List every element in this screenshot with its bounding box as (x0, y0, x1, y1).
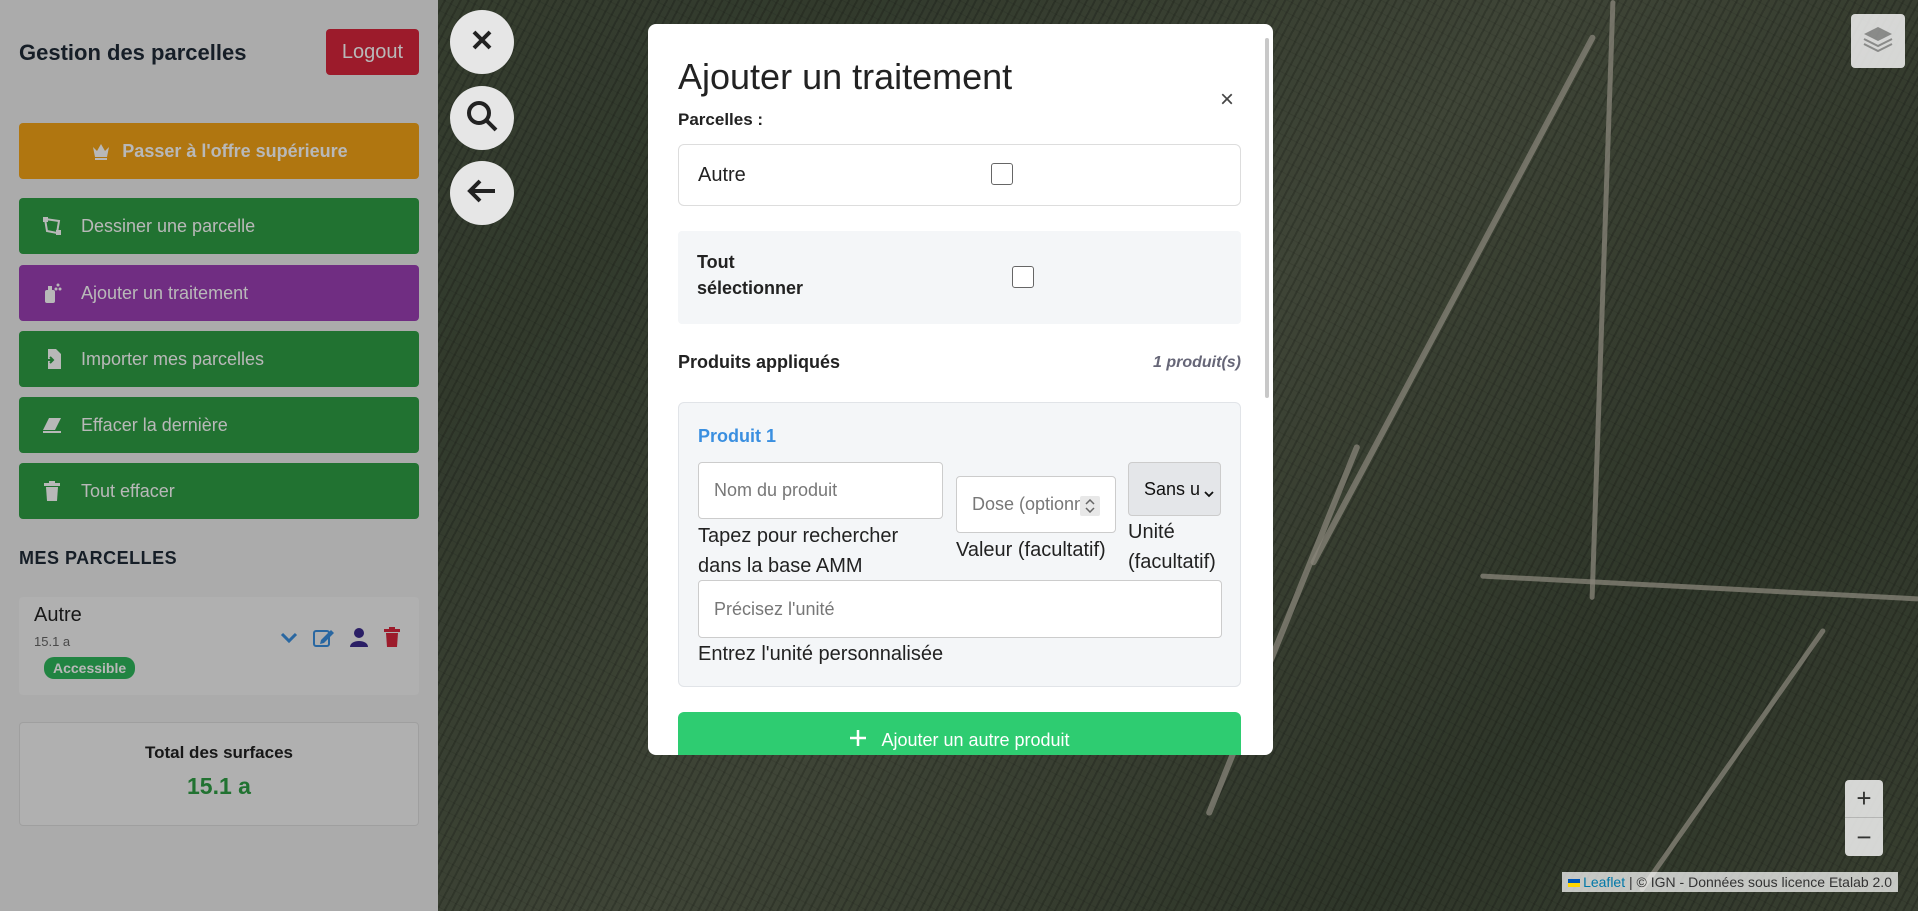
edit-icon[interactable] (313, 627, 335, 652)
user-icon[interactable] (349, 627, 369, 652)
erase-last-label: Effacer la dernière (81, 414, 228, 435)
product-name-input[interactable]: Nom du produit (698, 462, 943, 519)
draw-parcel-label: Dessiner une parcelle (81, 215, 256, 236)
import-parcels-button[interactable]: Importer mes parcelles (19, 331, 419, 387)
add-product-label: Ajouter un autre produit (881, 729, 1070, 750)
dose-hint: Valeur (facultatif) (956, 539, 1106, 561)
status-badge: Accessible (44, 657, 136, 679)
sidebar: Gestion des parcelles Logout Passer à l'… (0, 0, 438, 911)
custom-unit-hint: Entrez l'unité personnalisée (698, 643, 944, 665)
plus-icon (849, 729, 867, 752)
stepper-icon[interactable] (1080, 496, 1100, 516)
parcel-name: Autre (34, 604, 82, 626)
erase-last-button[interactable]: Effacer la dernière (19, 397, 419, 453)
section-title: MES PARCELLES (19, 548, 178, 568)
parcel-card[interactable]: Autre 15.1 a Accessible (19, 597, 419, 695)
dose-placeholder: Dose (optionn (972, 494, 1085, 514)
clear-all-label: Tout effacer (81, 480, 175, 501)
dose-input[interactable]: Dose (optionn (956, 476, 1116, 533)
arrow-left-icon (467, 178, 497, 209)
zoom-out-button[interactable]: − (1845, 818, 1883, 856)
spray-icon (41, 282, 63, 304)
products-label: Produits appliqués (678, 352, 841, 372)
select-all-row[interactable]: Tout sélectionner (678, 231, 1241, 324)
unit-select-value: Sans u (1144, 478, 1201, 499)
zoom-in-button[interactable]: + (1845, 780, 1883, 818)
chevron-down-icon[interactable] (279, 627, 299, 652)
search-icon (465, 99, 499, 138)
attribution-text: | © IGN - Données sous licence Etalab 2.… (1629, 874, 1892, 890)
file-import-icon (41, 348, 63, 370)
leaflet-link[interactable]: Leaflet (1583, 874, 1625, 890)
product-name-hint: Tapez pour rechercher dans la base AMM (698, 525, 899, 577)
parcel-option-label: Autre (698, 164, 746, 186)
map-attribution: Leaflet | © IGN - Données sous licence E… (1562, 872, 1898, 892)
upgrade-label: Passer à l'offre supérieure (122, 140, 348, 161)
clear-all-button[interactable]: Tout effacer (19, 463, 419, 519)
zoom-control: + − (1845, 780, 1883, 856)
close-icon (470, 28, 494, 57)
close-map-button[interactable] (450, 10, 514, 74)
total-surface-value: 15.1 a (187, 773, 251, 799)
custom-unit-input[interactable]: Précisez l'unité (698, 580, 1222, 638)
sidebar-title: Gestion des parcelles (19, 40, 247, 65)
total-surface-card: Total des surfaces 15.1 a (19, 722, 419, 826)
eraser-icon (41, 414, 63, 436)
chevron-down-icon (1204, 483, 1214, 504)
select-all-label: Tout sélectionner (697, 252, 804, 298)
layers-icon (1862, 25, 1894, 58)
add-treatment-label: Ajouter un traitement (81, 282, 249, 303)
import-parcels-label: Importer mes parcelles (81, 348, 265, 369)
parcel-checkbox[interactable] (991, 163, 1013, 185)
select-all-checkbox[interactable] (1012, 266, 1034, 288)
layers-control[interactable] (1851, 14, 1905, 68)
parcel-area: 15.1 a (34, 634, 71, 649)
add-treatment-button[interactable]: Ajouter un traitement (19, 265, 419, 321)
draw-parcel-button[interactable]: Dessiner une parcelle (19, 198, 419, 254)
unit-hint: Unité (facultatif) (1128, 521, 1216, 573)
delete-icon[interactable] (383, 627, 401, 652)
product-card: Produit 1 Nom du produit Tapez pour rech… (678, 402, 1241, 687)
crown-icon (90, 140, 112, 162)
unit-select[interactable]: Sans u (1128, 462, 1221, 516)
trash-icon (41, 480, 63, 502)
modal-close-button[interactable]: × (1220, 86, 1234, 114)
upgrade-button[interactable]: Passer à l'offre supérieure (19, 123, 419, 179)
back-button[interactable] (450, 161, 514, 225)
add-product-button[interactable]: Ajouter un autre produit (678, 712, 1241, 755)
parcel-option[interactable]: Autre (678, 144, 1241, 206)
modal-scrollbar[interactable] (1265, 38, 1269, 398)
total-surface-label: Total des surfaces (144, 743, 294, 762)
add-treatment-modal: Ajouter un traitement × Parcelles : Autr… (648, 24, 1273, 755)
search-button[interactable] (450, 86, 514, 150)
products-count: 1 produit(s) (1153, 354, 1241, 371)
product-title: Produit 1 (698, 426, 777, 446)
ukraine-flag-icon (1568, 879, 1581, 887)
logout-button[interactable]: Logout (326, 29, 419, 75)
modal-title: Ajouter un traitement (678, 56, 1013, 97)
parcelles-label: Parcelles : (678, 110, 764, 129)
draw-polygon-icon (41, 215, 63, 237)
